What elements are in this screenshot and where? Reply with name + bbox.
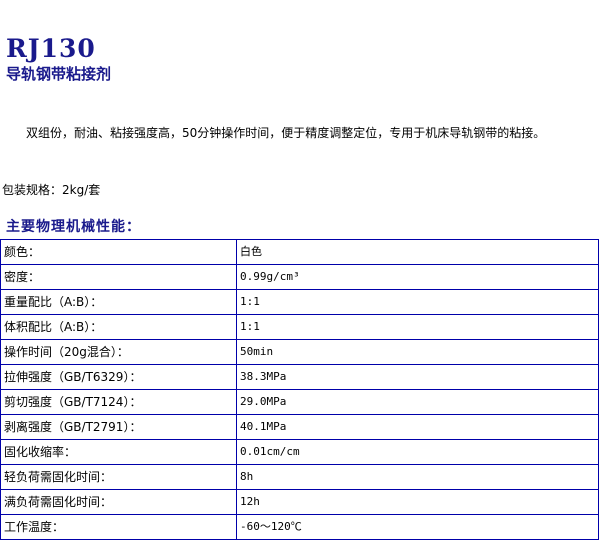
product-model: RJ130 (6, 34, 96, 63)
property-label: 重量配比（A:B）： (0, 289, 237, 315)
table-row: 密度： 0.99g/cm³ (0, 264, 599, 290)
property-label: 拉伸强度（GB/T6329）： (0, 364, 237, 390)
property-value: 1:1 (236, 289, 599, 315)
property-value: 0.01cm/cm (236, 439, 599, 465)
property-value: 29.0MPa (236, 389, 599, 415)
property-value: 38.3MPa (236, 364, 599, 390)
product-name: 导轨钢带粘接剂 (6, 65, 112, 83)
property-label: 工作温度： (0, 514, 237, 540)
packaging-spec: 包装规格：2kg/套 (2, 183, 101, 197)
table-row: 轻负荷需固化时间： 8h (0, 464, 599, 490)
property-label: 剥离强度（GB/T2791）： (0, 414, 237, 440)
table-row: 固化收缩率： 0.01cm/cm (0, 439, 599, 465)
table-row: 剪切强度（GB/T7124）： 29.0MPa (0, 389, 599, 415)
table-row: 剥离强度（GB/T2791）： 40.1MPa (0, 414, 599, 440)
property-value: 白色 (236, 239, 599, 265)
table-row: 体积配比（A:B）： 1:1 (0, 314, 599, 340)
table-row: 拉伸强度（GB/T6329）： 38.3MPa (0, 364, 599, 390)
table-row: 满负荷需固化时间： 12h (0, 489, 599, 515)
table-row: 重量配比（A:B）： 1:1 (0, 289, 599, 315)
property-label: 体积配比（A:B）： (0, 314, 237, 340)
property-value: 1:1 (236, 314, 599, 340)
property-value: 8h (236, 464, 599, 490)
product-description: 双组份，耐油、粘接强度高，50分钟操作时间，便于精度调整定位，专用于机床导轨钢带… (26, 126, 546, 140)
properties-table: 颜色： 白色 密度： 0.99g/cm³ 重量配比（A:B）： 1:1 体积配比… (0, 239, 599, 540)
property-value: -60～120℃ (236, 514, 599, 540)
property-value: 50min (236, 339, 599, 365)
property-label: 剪切强度（GB/T7124）： (0, 389, 237, 415)
property-value: 12h (236, 489, 599, 515)
properties-heading: 主要物理机械性能： (6, 219, 141, 235)
table-row: 操作时间（20g混合）： 50min (0, 339, 599, 365)
property-label: 颜色： (0, 239, 237, 265)
property-value: 40.1MPa (236, 414, 599, 440)
property-label: 满负荷需固化时间： (0, 489, 237, 515)
property-label: 固化收缩率： (0, 439, 237, 465)
table-row: 颜色： 白色 (0, 239, 599, 265)
property-label: 轻负荷需固化时间： (0, 464, 237, 490)
table-row: 工作温度： -60～120℃ (0, 514, 599, 540)
property-label: 密度： (0, 264, 237, 290)
property-label: 操作时间（20g混合）： (0, 339, 237, 365)
property-value: 0.99g/cm³ (236, 264, 599, 290)
